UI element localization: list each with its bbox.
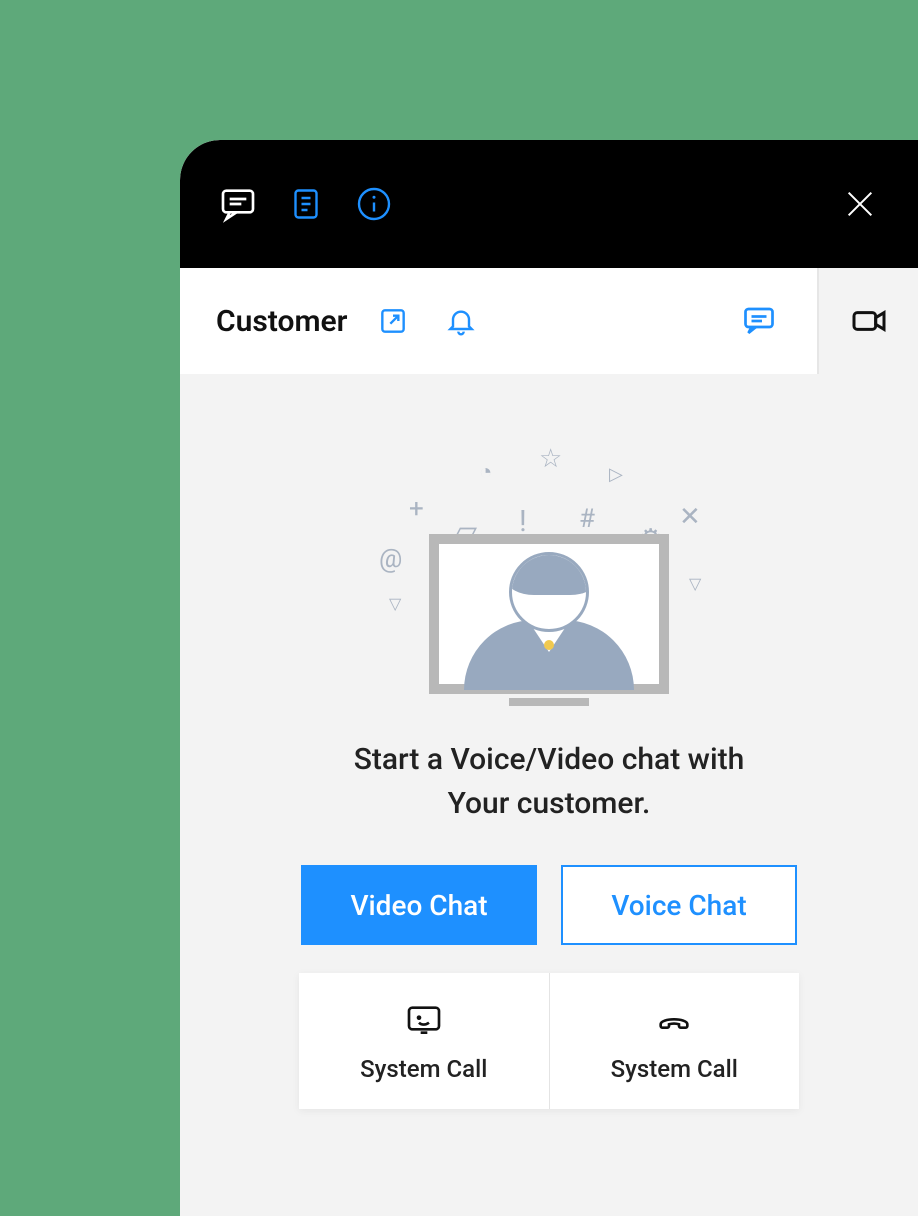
titlebar-left: [216, 182, 814, 226]
customer-title: Customer: [216, 304, 347, 339]
titlebar: [180, 140, 918, 268]
video-tab[interactable]: [818, 268, 918, 374]
system-call-cards: System Call System Call: [299, 973, 799, 1109]
subheader-row: Customer: [180, 268, 918, 374]
bell-icon[interactable]: [439, 299, 483, 343]
at-doodle: @: [379, 544, 402, 574]
prompt-line-2: Your customer.: [448, 786, 651, 821]
hash-doodle: #: [579, 504, 595, 534]
triangle-doodle-1: ▷: [609, 464, 623, 485]
star-doodle: ☆: [539, 444, 562, 474]
system-call-label-1: System Call: [360, 1055, 487, 1083]
close-button[interactable]: [838, 182, 882, 226]
illustration: @ + ◔ ☆ ▷ ! # ⚙ ✕ ▱ △ ▽ ▽: [369, 414, 729, 714]
phone-handset-icon: [650, 1001, 698, 1041]
chat-panel: Customer: [180, 140, 918, 1216]
system-call-card-2[interactable]: System Call: [550, 973, 800, 1109]
triangle-doodle-3: ▽: [389, 594, 401, 613]
chat-bubble-icon[interactable]: [216, 182, 260, 226]
video-chat-button[interactable]: Video Chat: [301, 865, 537, 945]
content: @ + ◔ ☆ ▷ ! # ⚙ ✕ ▱ △ ▽ ▽ Start a Voice/…: [180, 374, 918, 1216]
tools-doodle: ✕: [679, 502, 701, 532]
info-icon[interactable]: [352, 182, 396, 226]
person-avatar: [454, 552, 644, 682]
triangle-doodle-4: ▽: [689, 574, 701, 593]
phone-screen-icon: [402, 1001, 446, 1041]
plus-doodle: +: [409, 494, 424, 524]
system-call-label-2: System Call: [611, 1055, 738, 1083]
action-buttons: Video Chat Voice Chat: [301, 865, 797, 945]
notes-icon[interactable]: [284, 182, 328, 226]
prompt-line-1: Start a Voice/Video chat with: [354, 742, 745, 777]
clock-doodle: ◔: [479, 459, 492, 485]
open-external-icon[interactable]: [371, 299, 415, 343]
video-camera-icon: [849, 301, 889, 341]
monitor-stand: [509, 698, 589, 706]
chat-icon[interactable]: [737, 299, 781, 343]
subheader: Customer: [180, 268, 818, 374]
prompt-message: Start a Voice/Video chat with Your custo…: [354, 738, 745, 825]
system-call-card-1[interactable]: System Call: [299, 973, 550, 1109]
subheader-left: Customer: [216, 299, 713, 343]
voice-chat-button[interactable]: Voice Chat: [561, 865, 797, 945]
